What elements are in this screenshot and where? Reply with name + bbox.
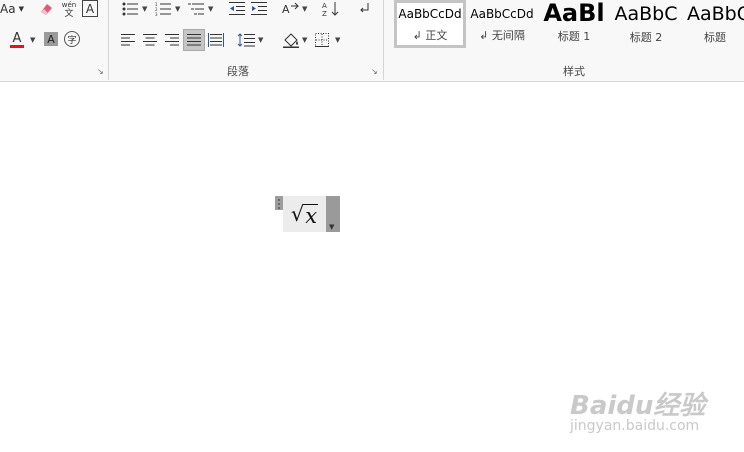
multilevel-dropdown-icon[interactable]: ▼ — [208, 5, 213, 13]
font-color-button[interactable]: A — [6, 30, 28, 50]
style-title[interactable]: AaBbC 标题 — [682, 0, 744, 48]
watermark-url: jingyan.baidu.com — [570, 418, 700, 434]
align-left-icon — [121, 34, 135, 46]
chinese-layout-dropdown-icon[interactable]: ▼ — [302, 5, 307, 13]
change-case-button[interactable]: Aa ▼ — [0, 0, 28, 18]
phonetic-guide-button[interactable]: wén 文 — [60, 0, 78, 20]
style-sample: AaBbCcDd — [470, 7, 534, 21]
line-spacing-dropdown-icon[interactable]: ▼ — [258, 36, 263, 44]
borders-dropdown-icon[interactable]: ▼ — [335, 36, 340, 44]
style-name: 标题 — [704, 31, 726, 44]
align-right-button[interactable] — [163, 31, 181, 49]
style-name: 正文 — [425, 29, 448, 42]
paragraph-mark-icon — [360, 3, 369, 13]
numbering-button[interactable]: 123 — [153, 0, 173, 18]
svg-text:3: 3 — [155, 12, 158, 16]
borders-button[interactable] — [313, 31, 331, 49]
font-color-label: A — [12, 31, 22, 46]
bullets-dropdown-icon[interactable]: ▼ — [142, 5, 147, 13]
enclose-characters-button[interactable]: 字 — [64, 31, 80, 47]
increase-indent-button[interactable] — [250, 0, 268, 18]
align-right-icon — [165, 34, 179, 46]
justify-icon — [187, 34, 201, 46]
sort-button[interactable]: AZ — [322, 0, 340, 18]
bullets-button[interactable] — [119, 0, 141, 18]
paragraph-mark-icon: ↲ — [412, 29, 422, 42]
chevron-down-icon: ▼ — [329, 223, 335, 231]
style-sample: AaBbC — [614, 3, 678, 25]
group-separator — [383, 0, 384, 80]
phonetic-bottom: 文 — [64, 9, 74, 19]
distributed-button[interactable] — [207, 31, 225, 49]
sort-az-icon: AZ — [322, 2, 339, 17]
align-center-button[interactable] — [141, 31, 159, 49]
style-heading-1[interactable]: AaBl 标题 1 — [538, 0, 610, 48]
equation-content: √ x — [290, 201, 319, 228]
shading-dropdown-icon[interactable]: ▼ — [302, 36, 307, 44]
line-spacing-button[interactable] — [236, 31, 256, 49]
style-sample: AaBbCcDd — [398, 7, 462, 21]
style-name: 标题 1 — [557, 30, 591, 43]
paragraph-group-label: 段落 — [227, 65, 249, 78]
shading-label: A — [47, 32, 55, 46]
paragraph-dialog-launcher-icon[interactable]: ↘ — [371, 68, 379, 76]
svg-text:A: A — [322, 2, 327, 10]
align-left-button[interactable] — [119, 31, 137, 49]
numbering-dropdown-icon[interactable]: ▼ — [175, 5, 180, 13]
style-sample: AaBl — [543, 0, 605, 27]
font-dialog-launcher-icon[interactable]: ↘ — [97, 68, 105, 76]
multilevel-list-button[interactable] — [186, 0, 206, 18]
decrease-indent-icon — [229, 2, 245, 15]
character-border-button[interactable]: A — [82, 0, 98, 17]
decrease-indent-button[interactable] — [228, 0, 246, 18]
baidu-watermark: Baidu经验 — [570, 385, 705, 422]
style-name: 无间隔 — [491, 29, 525, 42]
style-sample: AaBbC — [687, 3, 744, 25]
svg-text:Z: Z — [322, 10, 327, 17]
equation-options-button[interactable]: ▼ — [326, 196, 340, 232]
equation-box[interactable]: √ x — [283, 196, 326, 232]
line-spacing-icon — [237, 33, 255, 47]
style-no-spacing[interactable]: AaBbCcDd ↲ 无间隔 — [466, 0, 538, 48]
radical-sign: √ — [290, 201, 305, 226]
paragraph-mark-icon: ↲ — [479, 29, 489, 42]
chevron-down-icon: ▼ — [18, 5, 24, 13]
clear-formatting-button[interactable] — [36, 0, 56, 18]
equation-move-handle[interactable] — [275, 196, 283, 210]
svg-text:A: A — [282, 3, 290, 16]
show-hide-marks-button[interactable] — [356, 0, 372, 18]
group-separator — [108, 0, 109, 80]
justify-button[interactable] — [183, 29, 205, 51]
ribbon: Aa ▼ wén 文 A A ▼ A 字 ↘ ▼ 123 ▼ ▼ A ▼ A Z… — [0, 0, 744, 82]
change-case-label: Aa — [0, 2, 16, 16]
bullet-list-icon — [122, 2, 138, 16]
style-name: 标题 2 — [629, 31, 663, 44]
watermark-brand: Baidu经验 — [570, 391, 706, 421]
increase-indent-icon — [251, 2, 267, 15]
paint-bucket-icon — [283, 33, 299, 48]
distributed-icon — [208, 33, 224, 47]
chinese-layout-icon: A — [282, 2, 300, 16]
character-shading-button[interactable]: A — [44, 32, 58, 46]
shading-button[interactable] — [281, 30, 301, 50]
font-color-bar — [10, 45, 24, 48]
char-border-label: A — [85, 1, 95, 16]
borders-icon — [315, 33, 329, 47]
drag-handle-icon — [278, 199, 280, 209]
enclose-label: 字 — [67, 35, 77, 46]
style-normal[interactable]: AaBbCcDd ↲ 正文 — [394, 0, 466, 48]
style-heading-2[interactable]: AaBbC 标题 2 — [610, 0, 682, 48]
equation-variable: x — [304, 203, 319, 228]
eraser-icon — [41, 4, 52, 15]
align-center-icon — [143, 34, 157, 46]
numbered-list-icon: 123 — [155, 2, 171, 16]
chinese-layout-button[interactable]: A — [282, 0, 300, 18]
font-color-dropdown-icon[interactable]: ▼ — [30, 36, 35, 44]
multilevel-list-icon — [188, 3, 204, 15]
styles-group-label: 样式 — [563, 65, 585, 78]
